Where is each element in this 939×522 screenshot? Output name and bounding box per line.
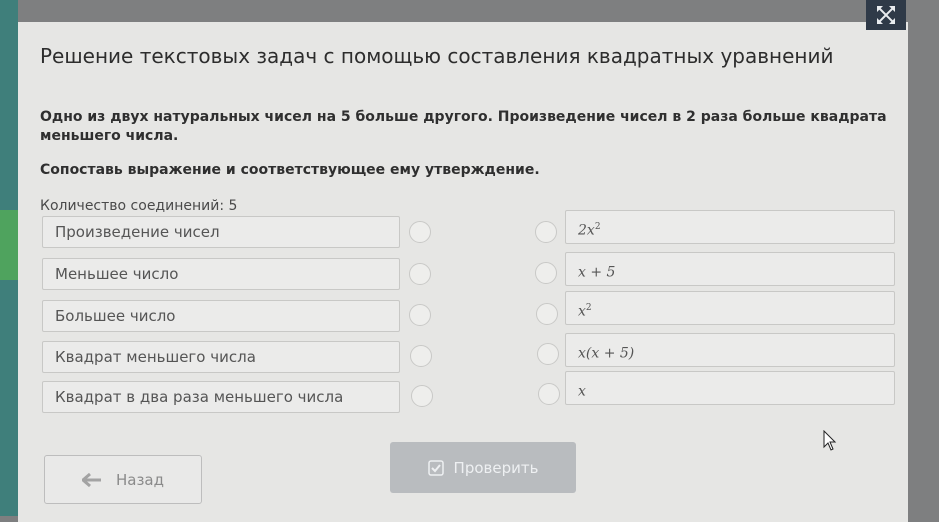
- back-button[interactable]: Назад: [44, 455, 202, 504]
- check-button[interactable]: Проверить: [390, 442, 576, 493]
- right-item-x-squared[interactable]: x2: [565, 291, 895, 325]
- left-connector[interactable]: [409, 221, 431, 243]
- right-item-x[interactable]: x: [565, 371, 895, 405]
- expression-exponent: 2: [585, 303, 592, 313]
- expression-exponent: 2: [594, 222, 601, 232]
- right-item-2x-squared[interactable]: 2x2: [565, 210, 895, 244]
- expression-base: x + 5: [578, 264, 616, 281]
- back-button-label: Назад: [115, 470, 164, 489]
- left-connector[interactable]: [410, 345, 432, 367]
- right-connector[interactable]: [538, 383, 560, 405]
- right-connector[interactable]: [535, 221, 557, 243]
- left-item-larger-number[interactable]: Большее число: [42, 300, 400, 332]
- right-connector[interactable]: [537, 343, 559, 365]
- instruction-text: Сопоставь выражение и соответствующее ем…: [40, 162, 540, 178]
- right-item-x-times-x-plus-5[interactable]: x(x + 5): [565, 333, 895, 367]
- arrow-left-icon: [81, 472, 101, 487]
- right-connector[interactable]: [536, 303, 558, 325]
- page-title: Решение текстовых задач с помощью состав…: [40, 44, 834, 68]
- check-button-label: Проверить: [453, 458, 539, 477]
- expand-icon: [877, 6, 895, 24]
- left-strip-accent: [0, 210, 18, 280]
- left-connector[interactable]: [411, 385, 433, 407]
- left-item-square-half[interactable]: Квадрат в два раза меньшего числа: [42, 381, 400, 413]
- connections-count: Количество соединений: 5: [40, 198, 238, 214]
- right-connector[interactable]: [535, 262, 557, 284]
- left-item-square-smaller[interactable]: Квадрат меньшего числа: [42, 341, 400, 373]
- mouse-cursor-icon: [823, 430, 837, 451]
- check-icon: [427, 459, 444, 476]
- expression-base: x: [578, 383, 586, 400]
- expression-base: 2x: [578, 222, 595, 239]
- left-item-product[interactable]: Произведение чисел: [42, 216, 400, 248]
- task-text: Одно из двух натуральных чисел на 5 боль…: [40, 109, 887, 144]
- left-strip: [0, 0, 18, 516]
- expression-base: x(x + 5): [578, 345, 635, 362]
- expand-button[interactable]: [866, 0, 906, 30]
- right-item-x-plus-5[interactable]: x + 5: [565, 252, 895, 286]
- expression-base: x: [578, 303, 586, 320]
- left-connector[interactable]: [409, 263, 431, 285]
- left-item-smaller-number[interactable]: Меньшее число: [42, 258, 400, 290]
- left-connector[interactable]: [409, 304, 431, 326]
